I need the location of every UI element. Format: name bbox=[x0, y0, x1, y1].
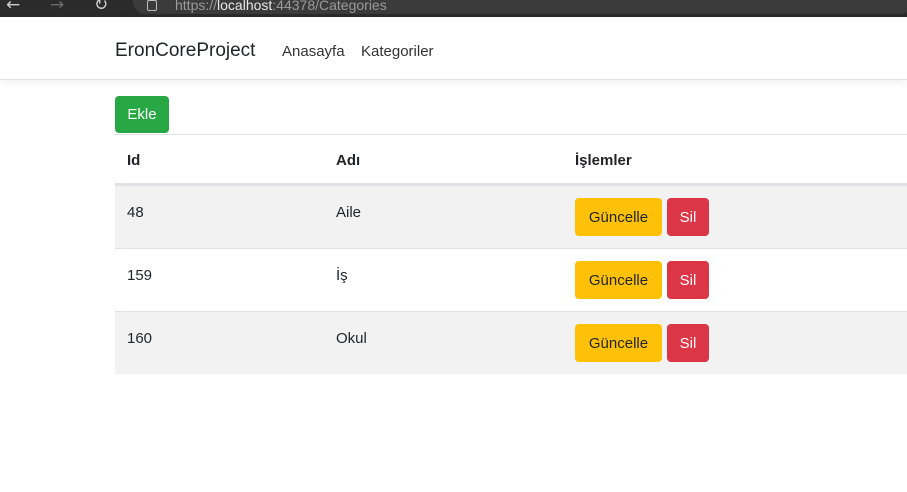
lock-icon[interactable] bbox=[147, 0, 157, 11]
nav-link-categories[interactable]: Kategoriler bbox=[361, 43, 434, 60]
header-actions: İşlemler bbox=[575, 152, 632, 169]
delete-button[interactable]: Sil bbox=[667, 324, 709, 362]
back-arrow-icon[interactable]: ← bbox=[6, 0, 20, 15]
url-path: :44378/Categories bbox=[272, 0, 387, 13]
table-row: 159 İş Güncelle Sil bbox=[115, 248, 907, 311]
table-header: Id Adı İşlemler bbox=[115, 135, 907, 185]
delete-button[interactable]: Sil bbox=[667, 261, 709, 299]
add-button[interactable]: Ekle bbox=[115, 96, 169, 133]
table-row: 48 Aile Güncelle Sil bbox=[115, 185, 907, 248]
nav-link-home[interactable]: Anasayfa bbox=[282, 43, 345, 60]
cell-name: İş bbox=[336, 267, 348, 284]
header-name: Adı bbox=[336, 152, 361, 169]
update-button[interactable]: Güncelle bbox=[575, 324, 662, 362]
delete-button[interactable]: Sil bbox=[667, 198, 709, 236]
address-bar[interactable]: https://localhost:44378/Categories bbox=[133, 0, 907, 14]
update-button[interactable]: Güncelle bbox=[575, 198, 662, 236]
categories-table: Id Adı İşlemler 48 Aile Güncelle Sil 159… bbox=[115, 134, 907, 374]
cell-id: 160 bbox=[127, 330, 153, 347]
top-navbar: EronCoreProject Anasayfa Kategoriler bbox=[0, 17, 907, 80]
url-host: localhost bbox=[217, 0, 273, 13]
update-button[interactable]: Güncelle bbox=[575, 261, 662, 299]
cell-name: Okul bbox=[336, 330, 367, 347]
cell-id: 48 bbox=[127, 204, 144, 221]
url-scheme: https:// bbox=[175, 0, 218, 13]
cell-name: Aile bbox=[336, 204, 362, 221]
cell-id: 159 bbox=[127, 267, 153, 284]
header-id: Id bbox=[127, 152, 141, 169]
browser-toolbar: ← → ↻ https://localhost:44378/Categories bbox=[0, 0, 907, 17]
url-text[interactable]: https://localhost:44378/Categories bbox=[175, 0, 387, 13]
forward-arrow-icon[interactable]: → bbox=[50, 0, 64, 15]
reload-icon[interactable]: ↻ bbox=[94, 0, 108, 15]
brand-link[interactable]: EronCoreProject bbox=[115, 40, 255, 62]
table-row: 160 Okul Güncelle Sil bbox=[115, 311, 907, 374]
